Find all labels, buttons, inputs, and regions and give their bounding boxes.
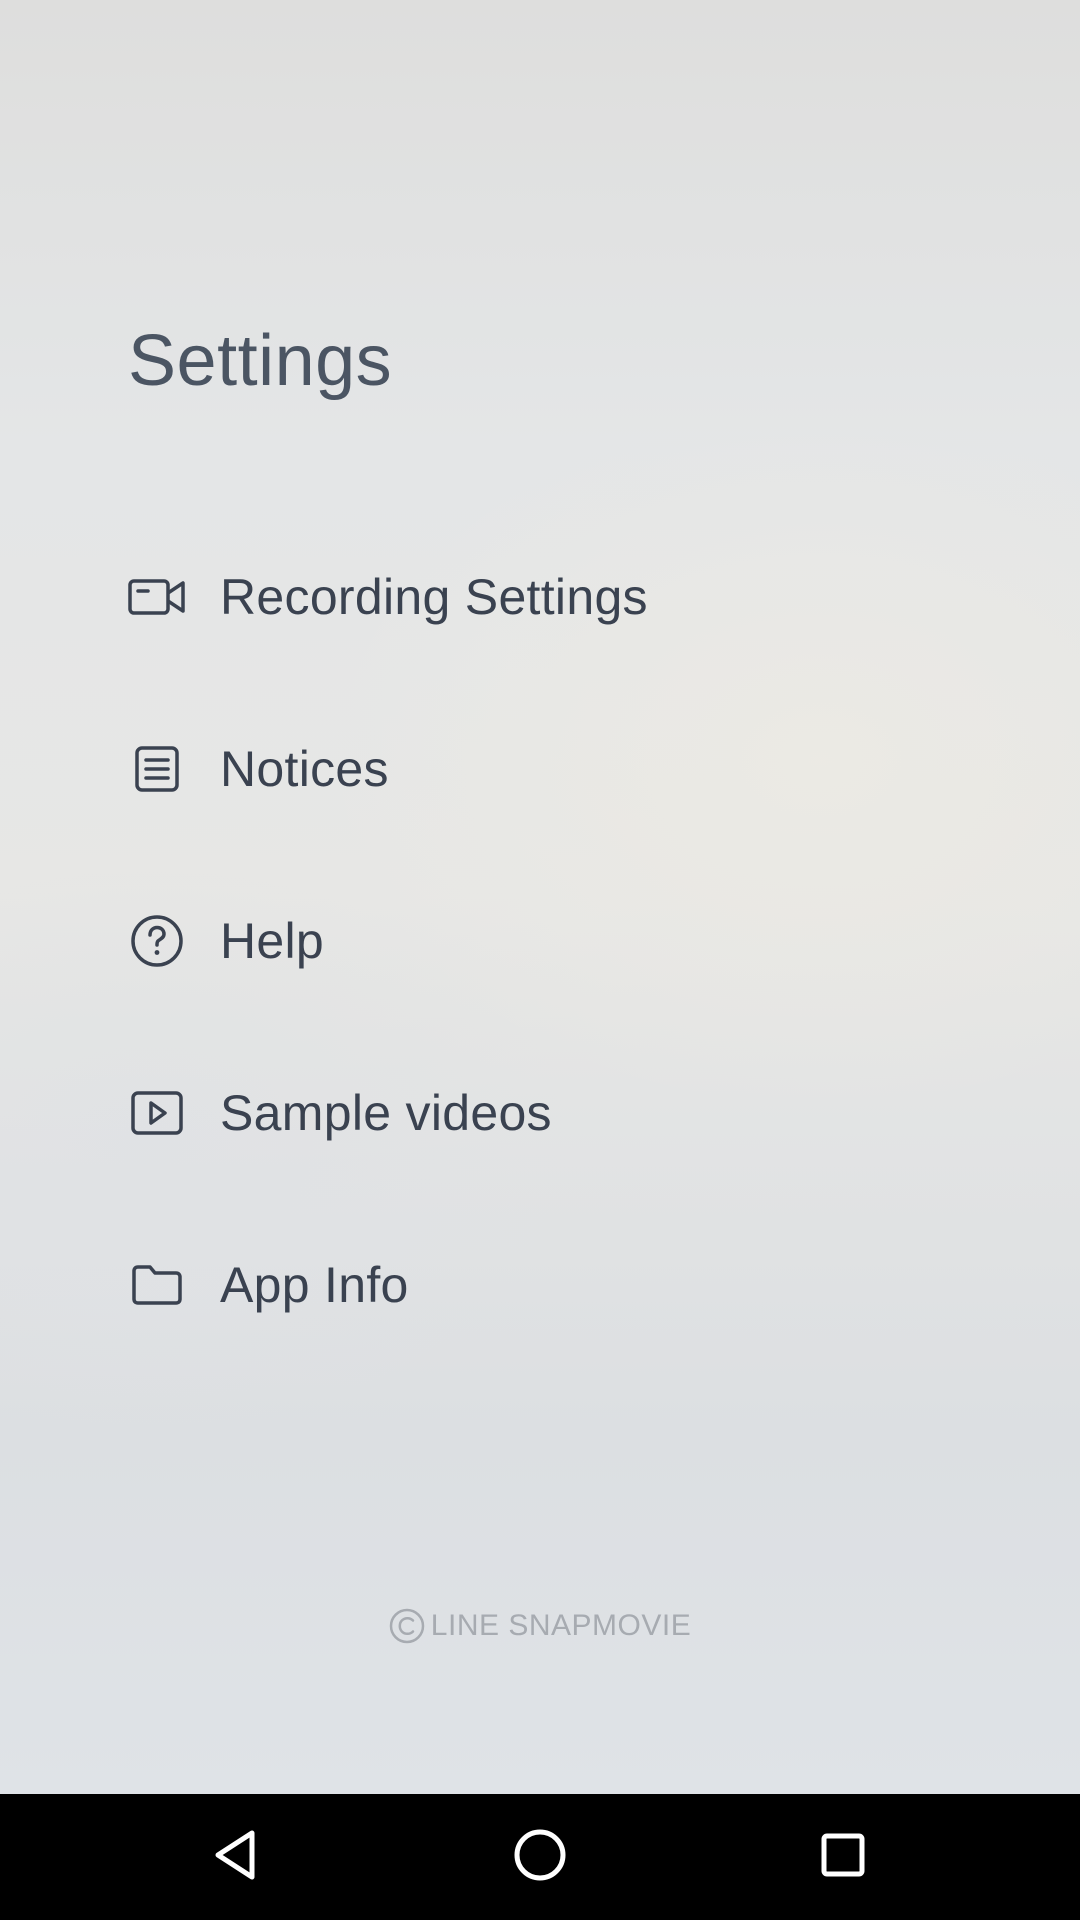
recents-square-icon: [819, 1831, 867, 1884]
menu-item-label: Help: [220, 913, 325, 969]
menu-item-label: Notices: [220, 741, 389, 797]
question-circle-icon: [128, 912, 186, 970]
menu-item-notices[interactable]: Notices: [128, 727, 1028, 811]
menu-item-label: App Info: [220, 1257, 409, 1313]
footer-copyright: LINE SNAPMOVIE: [0, 1608, 1080, 1644]
menu-item-label: Recording Settings: [220, 569, 648, 625]
settings-screen: Settings Recording Settings Notices Help…: [0, 0, 1080, 1794]
copyright-icon: [389, 1608, 425, 1644]
play-box-icon: [128, 1084, 186, 1142]
menu-item-app-info[interactable]: App Info: [128, 1243, 1028, 1327]
menu-item-label: Sample videos: [220, 1085, 552, 1141]
page-title: Settings: [128, 321, 393, 401]
nav-back-button[interactable]: [196, 1819, 276, 1895]
menu-item-help[interactable]: Help: [128, 899, 1028, 983]
video-camera-icon: [128, 568, 186, 626]
home-circle-icon: [512, 1827, 568, 1888]
document-list-icon: [128, 740, 186, 798]
back-triangle-icon: [212, 1829, 260, 1886]
nav-home-button[interactable]: [500, 1819, 580, 1895]
folder-icon: [128, 1256, 186, 1314]
nav-recents-button[interactable]: [803, 1819, 883, 1895]
system-navigation-bar: [0, 1794, 1080, 1920]
settings-menu: Recording Settings Notices Help Sample v…: [128, 555, 1028, 1415]
menu-item-recording-settings[interactable]: Recording Settings: [128, 555, 1028, 639]
menu-item-sample-videos[interactable]: Sample videos: [128, 1071, 1028, 1155]
footer-brand: LINE SNAPMOVIE: [430, 1609, 692, 1642]
